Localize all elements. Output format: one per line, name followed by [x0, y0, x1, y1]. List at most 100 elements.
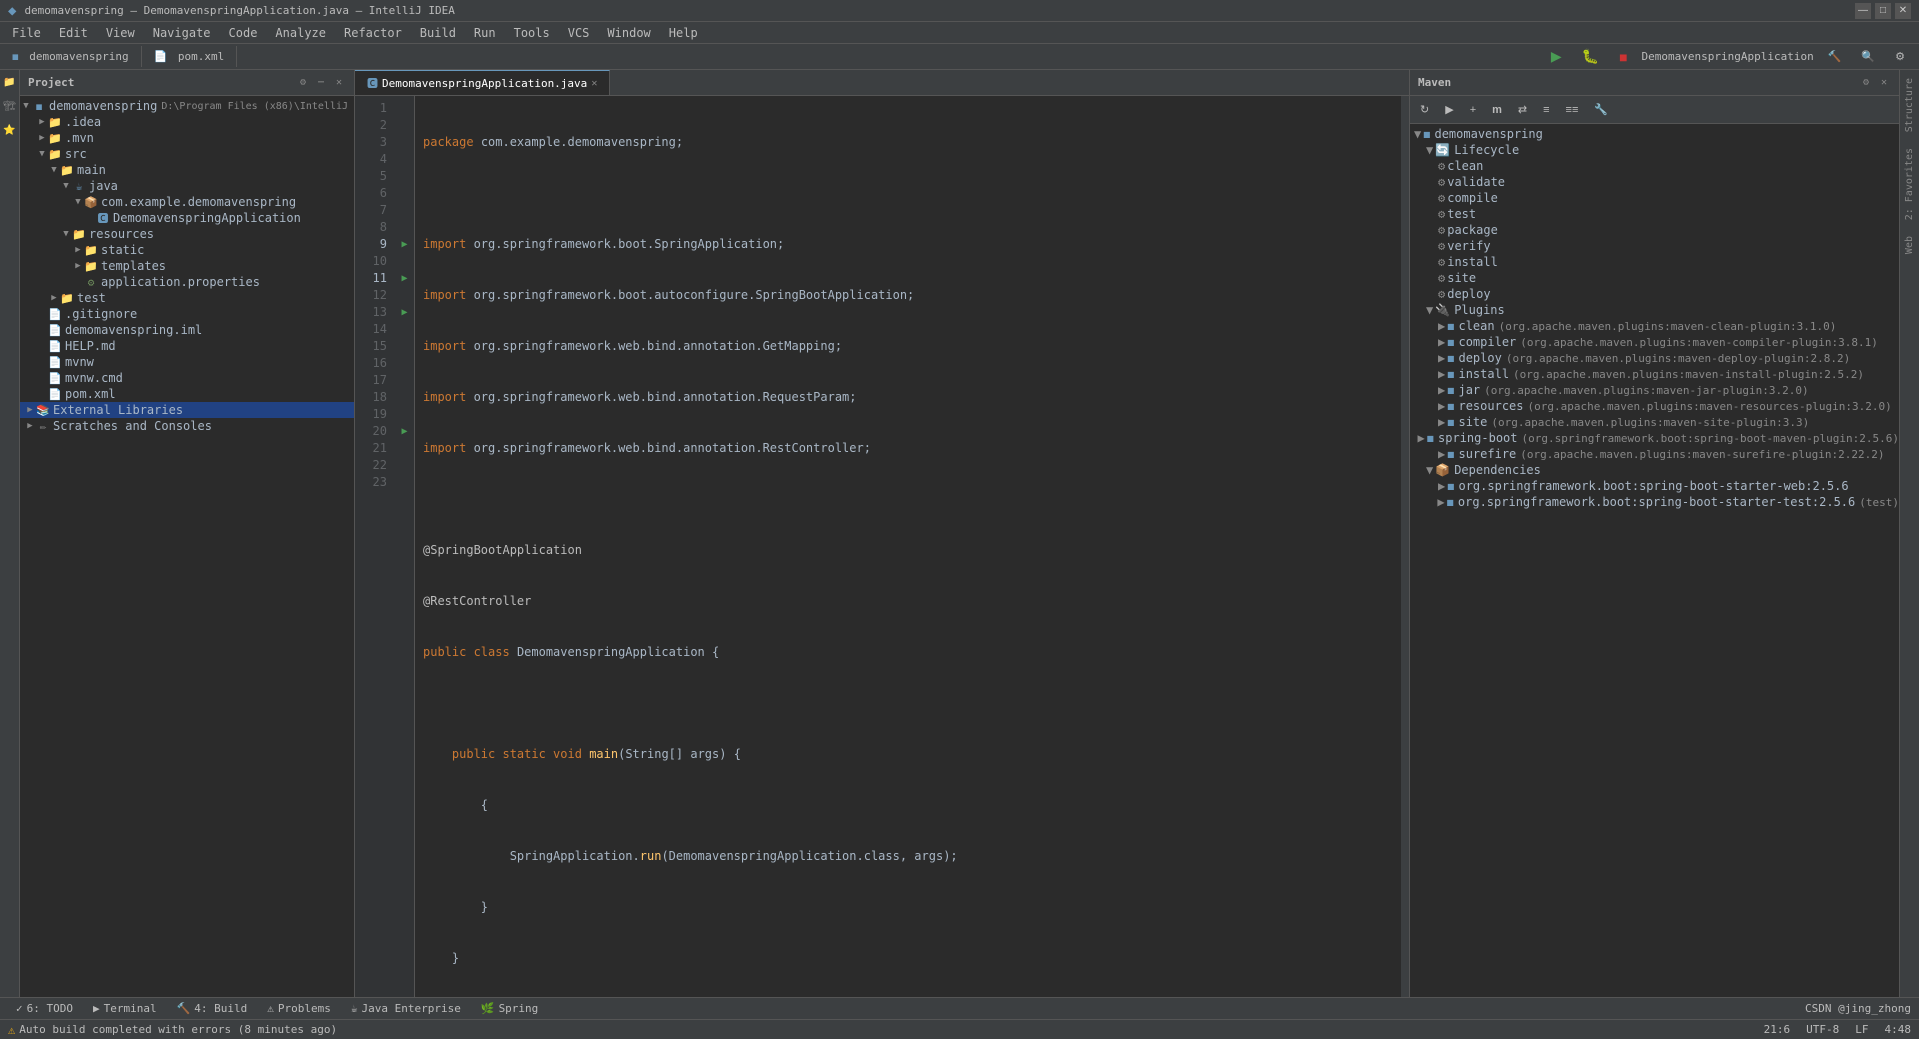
- menu-navigate[interactable]: Navigate: [145, 24, 219, 42]
- maven-plugin-deploy[interactable]: ▶ ◼ deploy (org.apache.maven.plugins:mav…: [1410, 350, 1899, 366]
- maven-test[interactable]: ⚙ test: [1410, 206, 1899, 222]
- tree-src[interactable]: ▼ 📁 src: [20, 146, 354, 162]
- panel-gear-icon[interactable]: ⚙: [296, 76, 310, 90]
- maven-lifecycle-group[interactable]: ▼ 🔄 Lifecycle: [1410, 142, 1899, 158]
- maven-plugin-clean[interactable]: ▶ ◼ clean (org.apache.maven.plugins:mave…: [1410, 318, 1899, 334]
- maven-install[interactable]: ⚙ install: [1410, 254, 1899, 270]
- tree-templates[interactable]: ▶ 📁 templates: [20, 258, 354, 274]
- tree-mvn[interactable]: ▶ 📁 .mvn: [20, 130, 354, 146]
- maven-plugin-jar[interactable]: ▶ ◼ jar (org.apache.maven.plugins:maven-…: [1410, 382, 1899, 398]
- build-button[interactable]: 🔨: [1822, 48, 1848, 65]
- tree-appprops[interactable]: ▶ ⚙ application.properties: [20, 274, 354, 290]
- tree-ext-libraries[interactable]: ▶ 📚 External Libraries: [20, 402, 354, 418]
- maven-verify[interactable]: ⚙ verify: [1410, 238, 1899, 254]
- maximize-button[interactable]: □: [1875, 3, 1891, 19]
- menu-file[interactable]: File: [4, 24, 49, 42]
- tree-main-class[interactable]: ▶ 🅲 DemomavenspringApplication: [20, 210, 354, 226]
- maven-validate[interactable]: ⚙ validate: [1410, 174, 1899, 190]
- tree-iml[interactable]: ▶ 📄 demomavenspring.iml: [20, 322, 354, 338]
- tree-idea[interactable]: ▶ 📁 .idea: [20, 114, 354, 130]
- menu-build[interactable]: Build: [412, 24, 464, 42]
- maven-run-btn[interactable]: ▶: [1439, 101, 1459, 118]
- tree-java[interactable]: ▼ ☕ java: [20, 178, 354, 194]
- menu-code[interactable]: Code: [221, 24, 266, 42]
- settings-button[interactable]: ⚙: [1889, 48, 1911, 65]
- tree-mvnw[interactable]: ▶ 📄 mvnw: [20, 354, 354, 370]
- tab-todo[interactable]: ✓ 6: TODO: [8, 1000, 81, 1017]
- menu-refactor[interactable]: Refactor: [336, 24, 410, 42]
- stop-button[interactable]: ■: [1613, 47, 1633, 67]
- maven-package[interactable]: ⚙ package: [1410, 222, 1899, 238]
- menu-view[interactable]: View: [98, 24, 143, 42]
- maven-reload-btn[interactable]: ↻: [1414, 101, 1435, 118]
- maven-more-btn[interactable]: ≡≡: [1560, 102, 1585, 118]
- code-content[interactable]: package com.example.demomavenspring; imp…: [415, 96, 1401, 997]
- tab-build[interactable]: 🔨 4: Build: [169, 1000, 256, 1017]
- maven-close-icon[interactable]: ✕: [1877, 76, 1891, 90]
- menu-help[interactable]: Help: [661, 24, 706, 42]
- tab-terminal[interactable]: ▶ Terminal: [85, 1000, 165, 1017]
- maven-add-btn[interactable]: +: [1464, 102, 1482, 118]
- editor-tab-close[interactable]: ✕: [591, 78, 597, 89]
- tree-package[interactable]: ▼ 📦 com.example.demomavenspring: [20, 194, 354, 210]
- tree-gitignore[interactable]: ▶ 📄 .gitignore: [20, 306, 354, 322]
- maven-m-btn[interactable]: m: [1486, 102, 1508, 118]
- tab-java-enterprise[interactable]: ☕ Java Enterprise: [343, 1000, 469, 1017]
- run-button[interactable]: ▶: [1545, 46, 1568, 67]
- maven-plugin-springboot[interactable]: ▶ ◼ spring-boot (org.springframework.boo…: [1410, 430, 1899, 446]
- tree-mvnwcmd[interactable]: ▶ 📄 mvnw.cmd: [20, 370, 354, 386]
- maven-plugin-site[interactable]: ▶ ◼ site (org.apache.maven.plugins:maven…: [1410, 414, 1899, 430]
- tree-resources[interactable]: ▼ 📁 resources: [20, 226, 354, 242]
- structure-icon-btn[interactable]: 🏗: [2, 98, 18, 114]
- menu-tools[interactable]: Tools: [506, 24, 558, 42]
- maven-plugins-group[interactable]: ▼ 🔌 Plugins: [1410, 302, 1899, 318]
- tab-spring[interactable]: 🌿 Spring: [473, 1000, 546, 1017]
- vtab-structure[interactable]: Structure: [1902, 70, 1917, 140]
- tree-test[interactable]: ▶ 📁 test: [20, 290, 354, 306]
- tree-main[interactable]: ▼ 📁 main: [20, 162, 354, 178]
- maven-compile[interactable]: ⚙ compile: [1410, 190, 1899, 206]
- maven-toggle-btn[interactable]: ⇄: [1512, 101, 1533, 118]
- maven-dep-web[interactable]: ▶ ◼ org.springframework.boot:spring-boot…: [1410, 478, 1899, 494]
- tree-scratches[interactable]: ▶ ✏ Scratches and Consoles: [20, 418, 354, 434]
- menu-run[interactable]: Run: [466, 24, 504, 42]
- editor-tab-main[interactable]: 🅲 DemomavenspringApplication.java ✕: [355, 70, 610, 95]
- panel-close-icon[interactable]: ✕: [332, 76, 346, 90]
- tree-static[interactable]: ▶ 📁 static: [20, 242, 354, 258]
- project-tab-pomxml[interactable]: 📄 pom.xml: [142, 46, 238, 67]
- maven-filter-btn[interactable]: ≡: [1537, 102, 1555, 118]
- menu-vcs[interactable]: VCS: [560, 24, 598, 42]
- menu-analyze[interactable]: Analyze: [267, 24, 334, 42]
- title-bar-controls[interactable]: — □ ✕: [1855, 3, 1911, 19]
- minimize-button[interactable]: —: [1855, 3, 1871, 19]
- maven-settings-icon[interactable]: ⚙: [1859, 76, 1873, 90]
- editor-area: 🅲 DemomavenspringApplication.java ✕ 1 2 …: [355, 70, 1409, 997]
- debug-button[interactable]: 🐛: [1576, 46, 1605, 67]
- vtab-favorites[interactable]: 2: Favorites: [1902, 140, 1917, 228]
- maven-clean[interactable]: ⚙ clean: [1410, 158, 1899, 174]
- panel-settings-icon[interactable]: ⋯: [314, 76, 328, 90]
- editor-scrollbar[interactable]: [1401, 96, 1409, 997]
- tree-helpmd[interactable]: ▶ 📄 HELP.md: [20, 338, 354, 354]
- menu-window[interactable]: Window: [599, 24, 658, 42]
- vtab-web[interactable]: Web: [1902, 228, 1917, 262]
- maven-plugin-surefire[interactable]: ▶ ◼ surefire (org.apache.maven.plugins:m…: [1410, 446, 1899, 462]
- maven-root[interactable]: ▼ ◼ demomavenspring: [1410, 126, 1899, 142]
- close-button[interactable]: ✕: [1895, 3, 1911, 19]
- maven-site[interactable]: ⚙ site: [1410, 270, 1899, 286]
- maven-dependencies-group[interactable]: ▼ 📦 Dependencies: [1410, 462, 1899, 478]
- search-button[interactable]: 🔍: [1855, 48, 1881, 65]
- tree-pomxml[interactable]: ▶ 📄 pom.xml: [20, 386, 354, 402]
- maven-dep-test[interactable]: ▶ ◼ org.springframework.boot:spring-boot…: [1410, 494, 1899, 510]
- maven-wrench-btn[interactable]: 🔧: [1588, 101, 1614, 118]
- maven-plugin-resources[interactable]: ▶ ◼ resources (org.apache.maven.plugins:…: [1410, 398, 1899, 414]
- menu-edit[interactable]: Edit: [51, 24, 96, 42]
- maven-deploy[interactable]: ⚙ deploy: [1410, 286, 1899, 302]
- maven-plugin-install[interactable]: ▶ ◼ install (org.apache.maven.plugins:ma…: [1410, 366, 1899, 382]
- maven-plugin-compiler[interactable]: ▶ ◼ compiler (org.apache.maven.plugins:m…: [1410, 334, 1899, 350]
- tree-root[interactable]: ▼ ◼ demomavenspring D:\Program Files (x8…: [20, 98, 354, 114]
- bookmark-icon-btn[interactable]: ⭐: [2, 122, 18, 138]
- tab-problems[interactable]: ⚠ Problems: [259, 1000, 339, 1017]
- project-icon-btn[interactable]: 📁: [2, 74, 18, 90]
- project-tab-demomavenspring[interactable]: ◼ demomavenspring: [0, 46, 142, 67]
